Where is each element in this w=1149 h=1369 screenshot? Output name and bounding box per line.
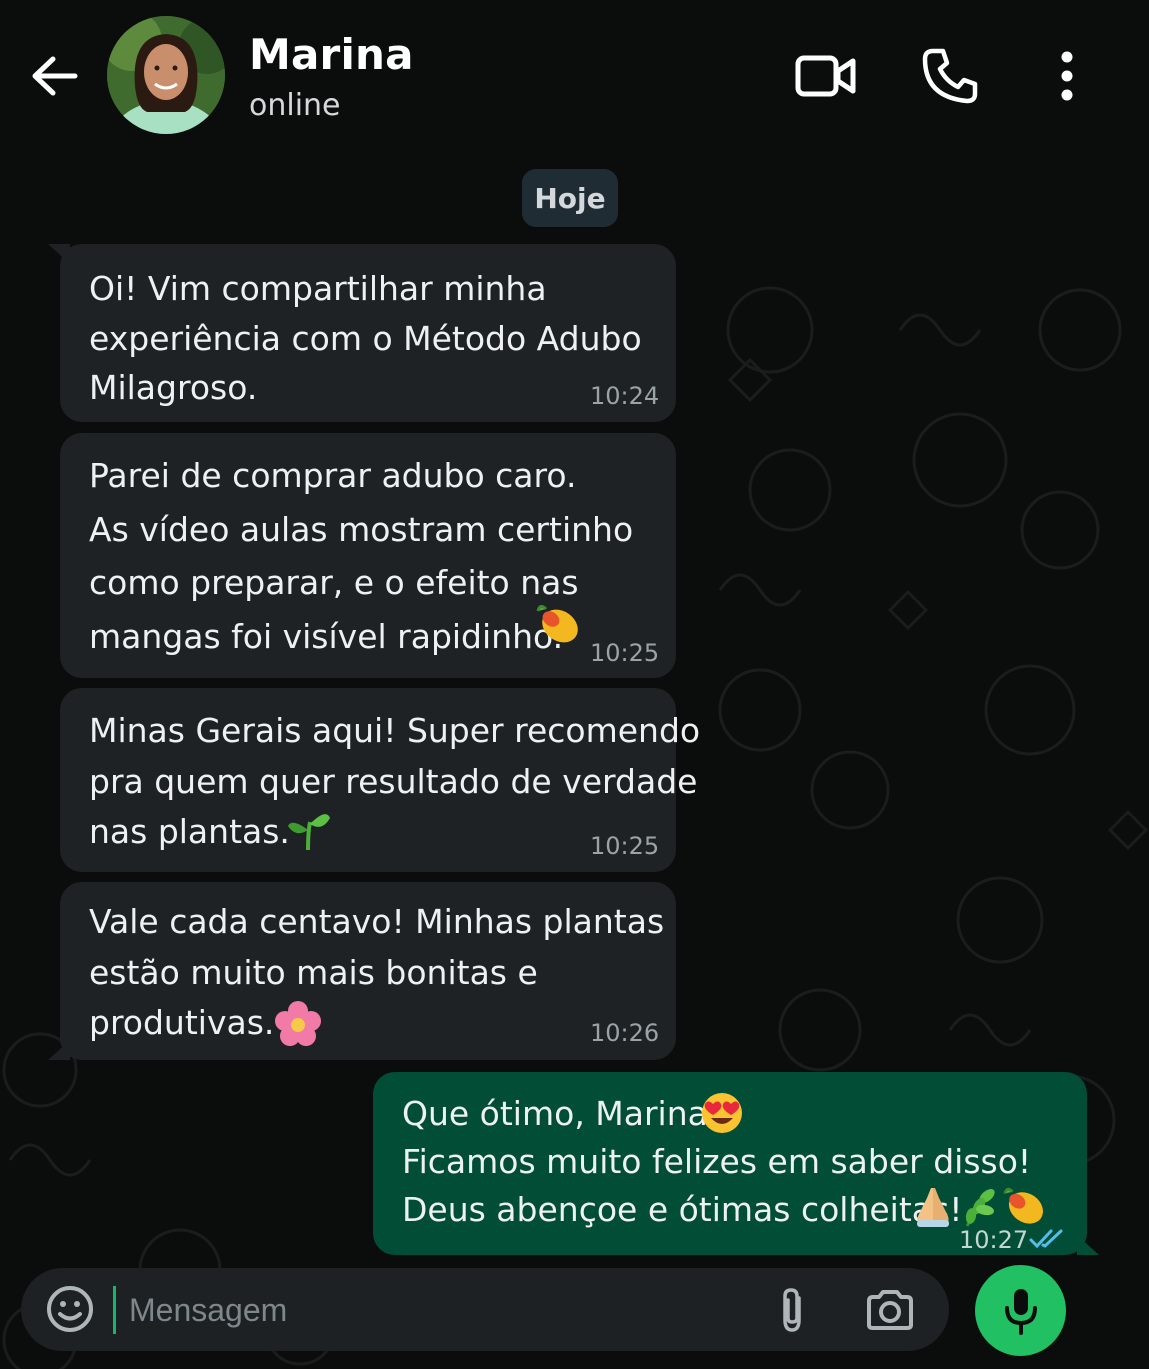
phone-icon (922, 48, 978, 104)
text-cursor (113, 1286, 116, 1334)
back-button[interactable] (24, 46, 84, 106)
message-time: 10:24 (590, 382, 660, 410)
message-line: Milagroso. (89, 368, 258, 407)
voice-call-button[interactable] (914, 40, 986, 112)
mango-emoji (536, 604, 578, 643)
video-camera-icon (795, 55, 856, 97)
message-line-text: mangas foi visível rapidinho. (89, 616, 564, 656)
heart-eyes-emoji (702, 1093, 742, 1133)
praying-hands-emoji (917, 1188, 949, 1227)
chat-screen: Marina online Hoje Oi! Vim compartilhar … (0, 0, 1149, 1369)
message-line: As vídeo aulas mostram certinho (89, 509, 634, 549)
message-bubble-incoming[interactable]: Oi! Vim compartilhar minha experiência c… (48, 244, 676, 422)
smiley-icon (47, 1286, 93, 1332)
message-bubble-incoming[interactable]: Minas Gerais aqui! Super recomendo pra q… (60, 688, 700, 872)
message-line: Vale cada centavo! Minhas plantas (89, 902, 665, 941)
flower-emoji (275, 1001, 321, 1046)
emoji-button[interactable] (45, 1284, 95, 1334)
message-line: Minas Gerais aqui! Super recomendo (89, 711, 701, 750)
herb-emoji (965, 1189, 995, 1227)
attach-button[interactable] (765, 1282, 819, 1338)
more-options-button[interactable] (1040, 40, 1094, 112)
message-line: Parei de comprar adubo caro. (89, 456, 577, 495)
message-line: pra quem quer resultado de verdade (89, 761, 698, 801)
arrow-left-icon (32, 56, 78, 96)
video-call-button[interactable] (790, 40, 862, 112)
chat-header: Marina online (0, 0, 1149, 150)
more-vertical-icon (1061, 51, 1073, 101)
seedling-emoji (288, 814, 330, 851)
bubble-tail (48, 244, 70, 264)
microphone-icon (1004, 1288, 1037, 1335)
avatar-photo (107, 16, 225, 134)
message-line: experiência com o Método Adubo (89, 318, 642, 358)
message-time: 10:25 (590, 832, 660, 860)
camera-icon (867, 1290, 913, 1330)
bubble-tail (48, 1040, 70, 1060)
contact-avatar[interactable] (107, 16, 225, 134)
message-bubble-incoming[interactable]: Parei de comprar adubo caro. As vídeo au… (60, 433, 676, 678)
message-bubble-incoming[interactable]: Vale cada centavo! Minhas plantas estão … (48, 882, 676, 1060)
date-separator: Hoje (522, 169, 618, 227)
contact-status: online (249, 88, 341, 123)
contact-name[interactable]: Marina (249, 30, 414, 79)
message-time: 10:25 (590, 639, 660, 667)
message-line: Oi! Vim compartilhar minha (89, 269, 547, 308)
camera-button[interactable] (861, 1282, 919, 1338)
message-bubble-outgoing[interactable]: Que ótimo, Marina! Ficamos muito felizes… (373, 1072, 1099, 1255)
message-line: estão muito mais bonitas e (89, 952, 538, 992)
message-line: Ficamos muito felizes em saber disso! (402, 1142, 1032, 1181)
message-composer (21, 1268, 949, 1351)
mango-emoji (1003, 1187, 1043, 1224)
message-time: 10:26 (590, 1019, 660, 1047)
message-text: Oi! Vim compartilhar minha experiência c… (89, 264, 642, 413)
message-text: Vale cada centavo! Minhas plantas estão … (89, 897, 664, 1049)
message-time: 10:27 (959, 1226, 1029, 1254)
voice-message-button[interactable] (975, 1265, 1066, 1356)
message-input[interactable] (129, 1280, 729, 1340)
paperclip-icon (783, 1288, 801, 1332)
double-check-icon (1029, 1229, 1063, 1249)
bubble-tail (1077, 1235, 1099, 1255)
message-line: produtivas. (89, 1003, 275, 1042)
